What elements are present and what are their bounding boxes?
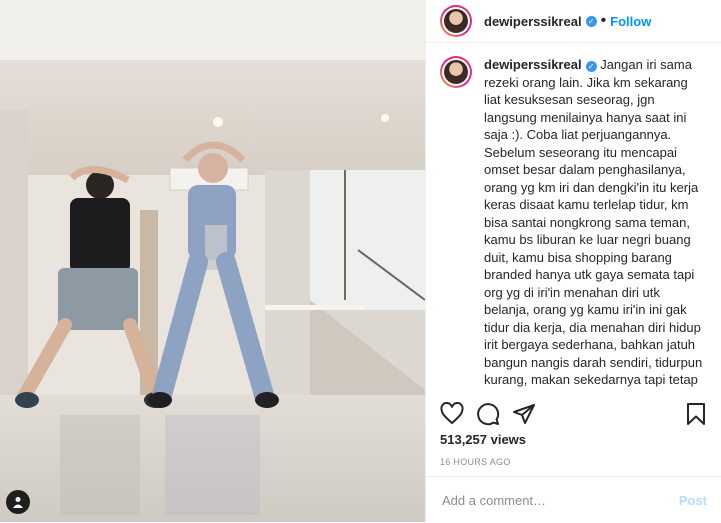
post-timestamp[interactable]: 16 HOURS AGO xyxy=(440,457,511,467)
heart-icon xyxy=(440,402,464,425)
caption: dewiperssikreal ✓ Jangan iri sama rezeki … xyxy=(440,56,707,388)
user-tag-icon xyxy=(13,497,23,508)
paper-plane-icon xyxy=(513,404,535,424)
caption-username[interactable]: dewiperssikreal xyxy=(484,57,582,72)
comment-form: Post xyxy=(426,476,721,523)
share-button[interactable] xyxy=(512,402,536,426)
caption-avatar[interactable] xyxy=(440,56,472,88)
bookmark-icon xyxy=(687,403,705,425)
post-comment-button[interactable]: Post xyxy=(679,493,707,508)
caption-text: dewiperssikreal ✓ Jangan iri sama rezeki … xyxy=(484,56,707,388)
caption-body: Jangan iri sama rezeki orang lain. Jika … xyxy=(484,57,703,387)
comment-icon xyxy=(477,403,500,426)
verified-badge-icon: ✓ xyxy=(585,61,597,73)
video-frame xyxy=(0,0,425,522)
verified-badge-icon: ✓ xyxy=(585,15,597,27)
save-button[interactable] xyxy=(685,402,707,426)
username-link[interactable]: dewiperssikreal xyxy=(484,14,582,29)
like-button[interactable] xyxy=(440,402,464,426)
avatar[interactable] xyxy=(440,5,472,37)
follow-button[interactable]: Follow xyxy=(610,14,651,29)
separator-dot: • xyxy=(600,12,607,29)
comment-input[interactable] xyxy=(440,491,679,509)
post-panel: dewiperssikreal ✓ • Follow dewiperssikre… xyxy=(425,0,721,522)
post-media[interactable] xyxy=(0,0,425,522)
user-tag-button[interactable] xyxy=(6,490,30,514)
comment-button[interactable] xyxy=(476,402,500,426)
post-header: dewiperssikreal ✓ • Follow xyxy=(426,0,721,43)
view-count[interactable]: 513,257 views xyxy=(440,432,526,447)
action-bar xyxy=(440,399,707,429)
